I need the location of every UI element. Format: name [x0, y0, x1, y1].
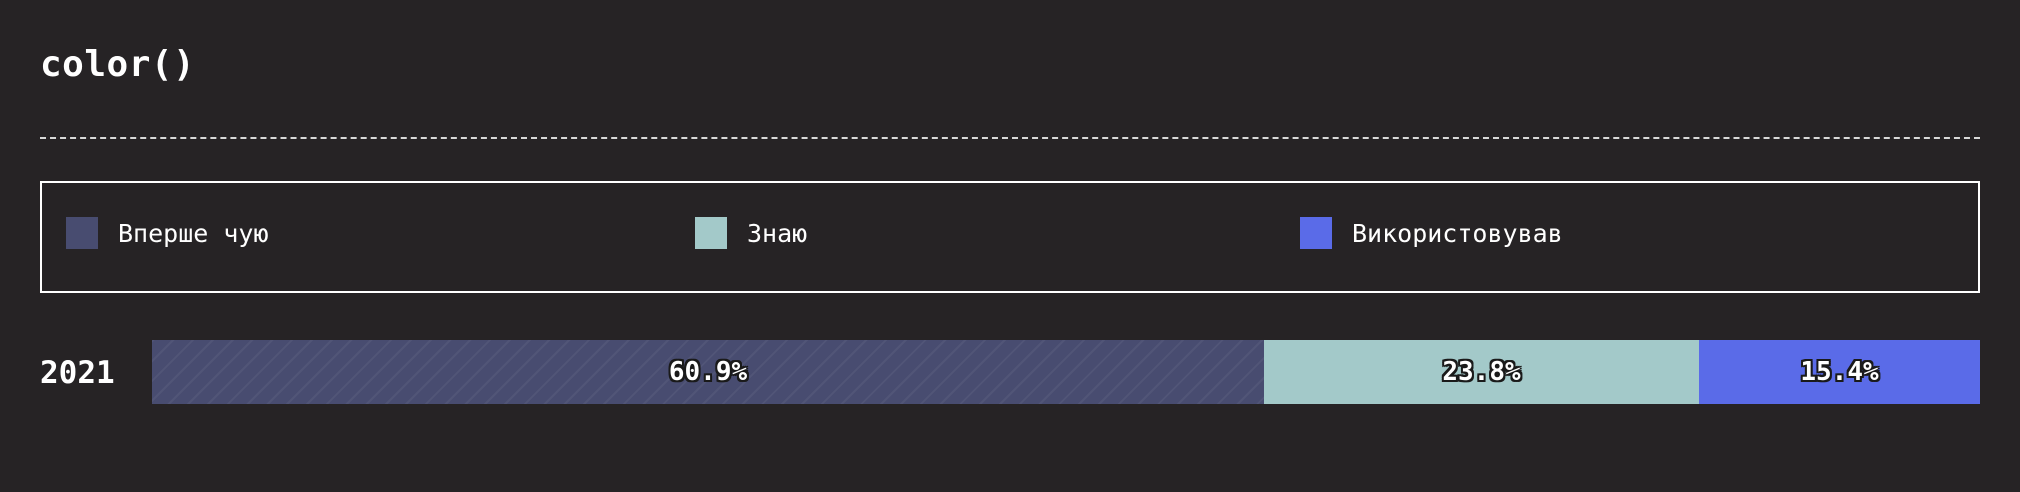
bar-value-label-1: 23.8%	[1442, 357, 1521, 387]
legend: Вперше чую Знаю Використовував	[40, 181, 1980, 293]
legend-item-2[interactable]: Використовував	[1300, 217, 1563, 249]
chart-title: color()	[40, 44, 196, 85]
stacked-bar: 60.9% 23.8% 15.4%	[152, 340, 1980, 404]
legend-label-1: Знаю	[747, 218, 808, 248]
legend-swatch-1	[695, 217, 727, 249]
legend-swatch-0	[66, 217, 98, 249]
legend-label-2: Використовував	[1352, 218, 1563, 248]
bar-value-label-0: 60.9%	[668, 357, 748, 387]
title-divider	[40, 137, 1980, 139]
legend-label-0: Вперше чую	[118, 218, 269, 248]
bar-value-label-2: 15.4%	[1800, 357, 1879, 387]
bar-segment-1[interactable]: 23.8%	[1264, 340, 1699, 404]
bar-segment-2[interactable]: 15.4%	[1699, 340, 1980, 404]
category-label: 2021	[40, 355, 115, 391]
legend-item-1[interactable]: Знаю	[695, 217, 807, 249]
legend-swatch-2	[1300, 217, 1332, 249]
bar-segment-0[interactable]: 60.9%	[152, 340, 1264, 404]
legend-item-0[interactable]: Вперше чую	[66, 217, 269, 249]
